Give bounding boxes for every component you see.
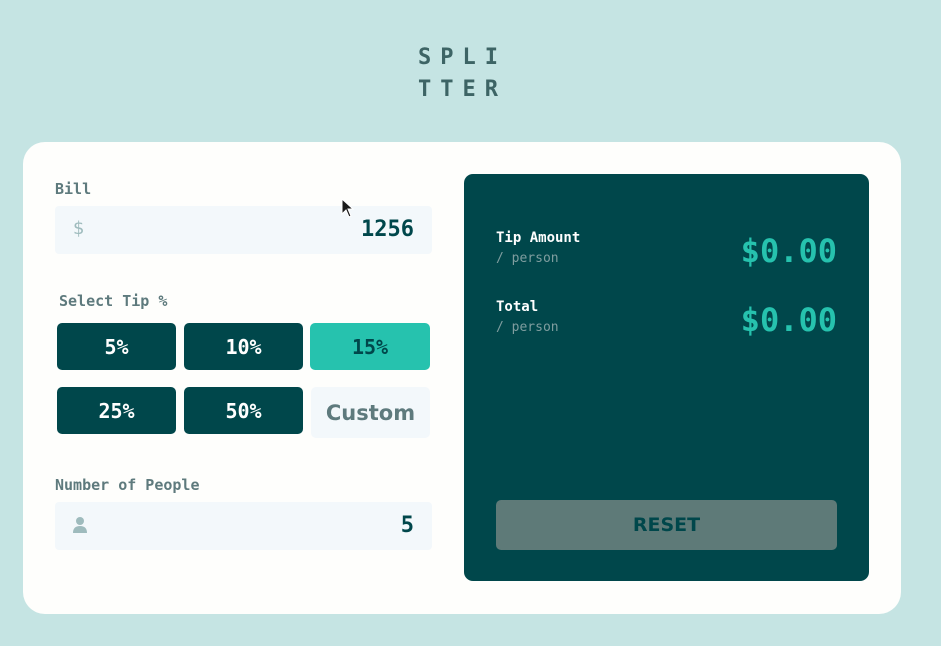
total-label: Total [496,299,539,315]
bill-input[interactable]: $ 1256 [55,206,432,254]
bill-label: Bill [55,180,92,198]
logo-line-2: TTER [418,77,507,102]
reset-button[interactable]: RESET [496,500,837,550]
bill-value: 1256 [361,217,414,242]
tip-amount-label: Tip Amount [496,230,581,246]
dollar-icon: $ [73,218,85,239]
custom-tip-input[interactable]: Custom [311,387,430,438]
total-value: $0.00 [740,301,837,339]
tip-button-50[interactable]: 50% [184,387,303,434]
people-input[interactable]: 5 [55,502,432,550]
select-tip-label: Select Tip % [59,292,168,310]
person-icon [73,516,87,539]
tip-amount-value: $0.00 [740,232,837,270]
tip-button-15[interactable]: 15% [310,323,430,370]
app-logo: SPLI TTER [418,42,528,106]
total-sub: / person [496,320,559,335]
tip-amount-sub: / person [496,251,559,266]
tip-button-25[interactable]: 25% [57,387,176,434]
results-panel: Tip Amount / person $0.00 Total / person… [464,174,869,581]
tip-button-5[interactable]: 5% [57,323,176,370]
people-value: 5 [400,513,414,538]
calculator-card: Bill $ 1256 Select Tip % 5% 10% 15% 25% … [23,142,901,614]
logo-line-1: SPLI [418,45,507,70]
people-label: Number of People [55,476,200,494]
tip-button-10[interactable]: 10% [184,323,303,370]
mouse-cursor-icon [341,197,355,222]
